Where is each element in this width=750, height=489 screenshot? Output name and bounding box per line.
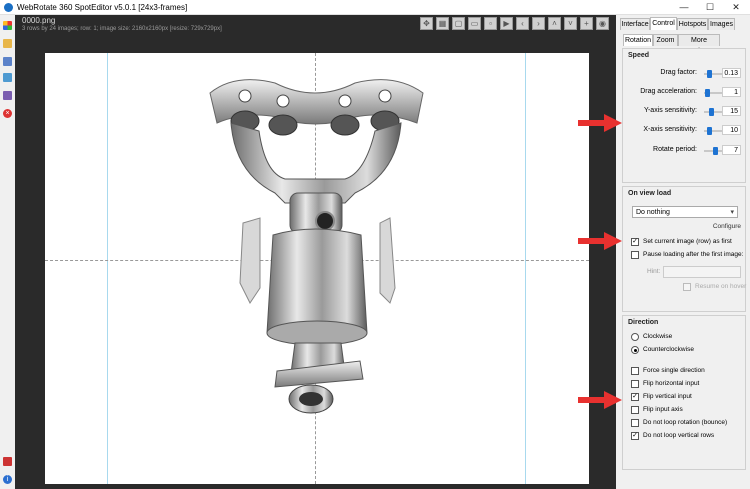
- resume-on-hover-label[interactable]: Resume on hover: [695, 283, 746, 290]
- minimize-button[interactable]: —: [673, 1, 695, 14]
- counterclockwise-radio[interactable]: [631, 346, 639, 354]
- force-single-direction-label[interactable]: Force single direction: [643, 367, 705, 374]
- info-icon[interactable]: i: [3, 475, 12, 484]
- settings-icon[interactable]: ◉: [596, 17, 609, 30]
- open-folder-icon[interactable]: [3, 39, 12, 48]
- drag-acceleration-label: Drag acceleration:: [640, 88, 697, 95]
- rotate-period-thumb[interactable]: [713, 147, 719, 155]
- drag-factor-label: Drag factor:: [660, 69, 697, 76]
- image-filename: 0000.png: [22, 16, 56, 25]
- product-image: [209, 79, 424, 414]
- rotate-period-label: Rotate period:: [653, 146, 697, 153]
- flip-horizontal-input-checkbox[interactable]: [631, 380, 639, 388]
- add-icon[interactable]: +: [580, 17, 593, 30]
- grid-icon[interactable]: ▦: [436, 17, 449, 30]
- do-not-loop-vertical-rows-label[interactable]: Do not loop vertical rows: [643, 432, 714, 439]
- frame-icon[interactable]: ▢: [452, 17, 465, 30]
- arrow-down-icon[interactable]: ˅: [564, 17, 577, 30]
- clockwise-radio[interactable]: [631, 333, 639, 341]
- rotate-period-value[interactable]: 7: [722, 145, 741, 155]
- hint-input[interactable]: [663, 266, 741, 278]
- view-load-group: On view load Do nothing ▾ Configure ✓ Se…: [622, 186, 746, 312]
- tab-control[interactable]: Control: [650, 17, 677, 30]
- close-project-icon[interactable]: ×: [3, 109, 12, 118]
- force-single-direction-checkbox[interactable]: [631, 367, 639, 375]
- counterclockwise-label[interactable]: Counterclockwise: [643, 346, 694, 353]
- view-load-title: On view load: [628, 190, 672, 197]
- flip-input-axis-label[interactable]: Flip input axis: [643, 406, 683, 413]
- preview-icon[interactable]: [3, 91, 12, 100]
- speed-title: Speed: [628, 52, 650, 59]
- direction-title: Direction: [628, 319, 659, 326]
- play-icon[interactable]: ▶: [500, 17, 513, 30]
- tab-hotspots[interactable]: Hotspots: [677, 18, 708, 30]
- set-current-image-label[interactable]: Set current image (row) as first: [643, 238, 732, 245]
- x-axis-sensitivity-thumb[interactable]: [707, 127, 713, 135]
- arrow-right-icon[interactable]: ›: [532, 17, 545, 30]
- set-current-image-checkbox[interactable]: ✓: [631, 238, 639, 246]
- arrow-up-icon[interactable]: ˄: [548, 17, 561, 30]
- window-title: WebRotate 360 SpotEditor v5.0.1 [24x3-fr…: [17, 3, 188, 12]
- y-axis-sensitivity-thumb[interactable]: [708, 108, 714, 116]
- frame-wide-icon[interactable]: ▭: [468, 17, 481, 30]
- resume-on-hover-checkbox[interactable]: [683, 283, 691, 291]
- close-button[interactable]: ✕: [725, 1, 747, 14]
- tab-rotation[interactable]: Rotation: [623, 34, 653, 46]
- annotation-arrow: [578, 391, 622, 409]
- chevron-down-icon: ▾: [730, 209, 734, 216]
- tab-more-options[interactable]: More Options: [678, 34, 720, 55]
- save-icon[interactable]: [3, 57, 12, 66]
- do-not-loop-vertical-rows-checkbox[interactable]: ✓: [631, 432, 639, 440]
- drag-acceleration-thumb[interactable]: [704, 89, 710, 97]
- speed-group: Speed Drag factor: 0.13 Drag acceleratio…: [622, 48, 746, 183]
- app-logo-icon: [4, 3, 13, 12]
- annotation-arrow: [578, 232, 622, 250]
- arrow-left-icon[interactable]: ‹: [516, 17, 529, 30]
- drag-acceleration-value[interactable]: 1: [722, 87, 741, 97]
- canvas-area: 0000.png 3 rows by 24 images; row: 1; im…: [15, 15, 616, 489]
- pause-loading-checkbox[interactable]: [631, 251, 639, 259]
- pause-loading-label[interactable]: Pause loading after the first image:: [643, 251, 743, 258]
- properties-panel: Interface Control Hotspots Images Rotati…: [618, 15, 750, 489]
- tab-interface[interactable]: Interface: [620, 18, 650, 30]
- x-axis-sensitivity-value[interactable]: 10: [722, 125, 741, 135]
- title-bar: WebRotate 360 SpotEditor v5.0.1 [24x3-fr…: [0, 0, 750, 15]
- flip-vertical-input-label[interactable]: Flip vertical input: [643, 393, 692, 400]
- tab-images[interactable]: Images: [708, 18, 735, 30]
- flip-horizontal-input-label[interactable]: Flip horizontal input: [643, 380, 699, 387]
- frame-small-icon[interactable]: ▫: [484, 17, 497, 30]
- view-load-select[interactable]: Do nothing ▾: [632, 206, 738, 218]
- tab-zoom[interactable]: Zoom: [653, 34, 678, 46]
- image-info: 3 rows by 24 images; row: 1; image size:…: [22, 26, 222, 32]
- publish-icon[interactable]: [3, 73, 12, 82]
- annotation-arrow: [578, 114, 622, 132]
- do-not-loop-rotation-checkbox[interactable]: [631, 419, 639, 427]
- maximize-button[interactable]: ☐: [699, 1, 721, 14]
- move-icon[interactable]: ✥: [420, 17, 433, 30]
- direction-group: Direction Clockwise Counterclockwise For…: [622, 315, 746, 470]
- y-axis-sensitivity-value[interactable]: 15: [722, 106, 741, 116]
- configure-link[interactable]: Configure: [713, 223, 741, 230]
- flip-input-axis-checkbox[interactable]: [631, 406, 639, 414]
- flip-vertical-input-checkbox[interactable]: ✓: [631, 393, 639, 401]
- y-axis-sensitivity-label: Y-axis sensitivity:: [643, 107, 697, 114]
- new-project-icon[interactable]: [3, 21, 12, 30]
- do-not-loop-rotation-label[interactable]: Do not loop rotation (bounce): [643, 419, 727, 426]
- view-load-select-value: Do nothing: [636, 209, 670, 216]
- image-stage[interactable]: [45, 53, 589, 484]
- clockwise-label[interactable]: Clockwise: [643, 333, 672, 340]
- pdf-icon[interactable]: [3, 457, 12, 466]
- drag-factor-thumb[interactable]: [707, 70, 713, 78]
- drag-factor-value[interactable]: 0.13: [722, 68, 741, 78]
- x-axis-sensitivity-label: X-axis sensitivity:: [643, 126, 697, 133]
- left-toolbar: × i: [0, 15, 15, 489]
- hint-label: Hint:: [647, 268, 661, 275]
